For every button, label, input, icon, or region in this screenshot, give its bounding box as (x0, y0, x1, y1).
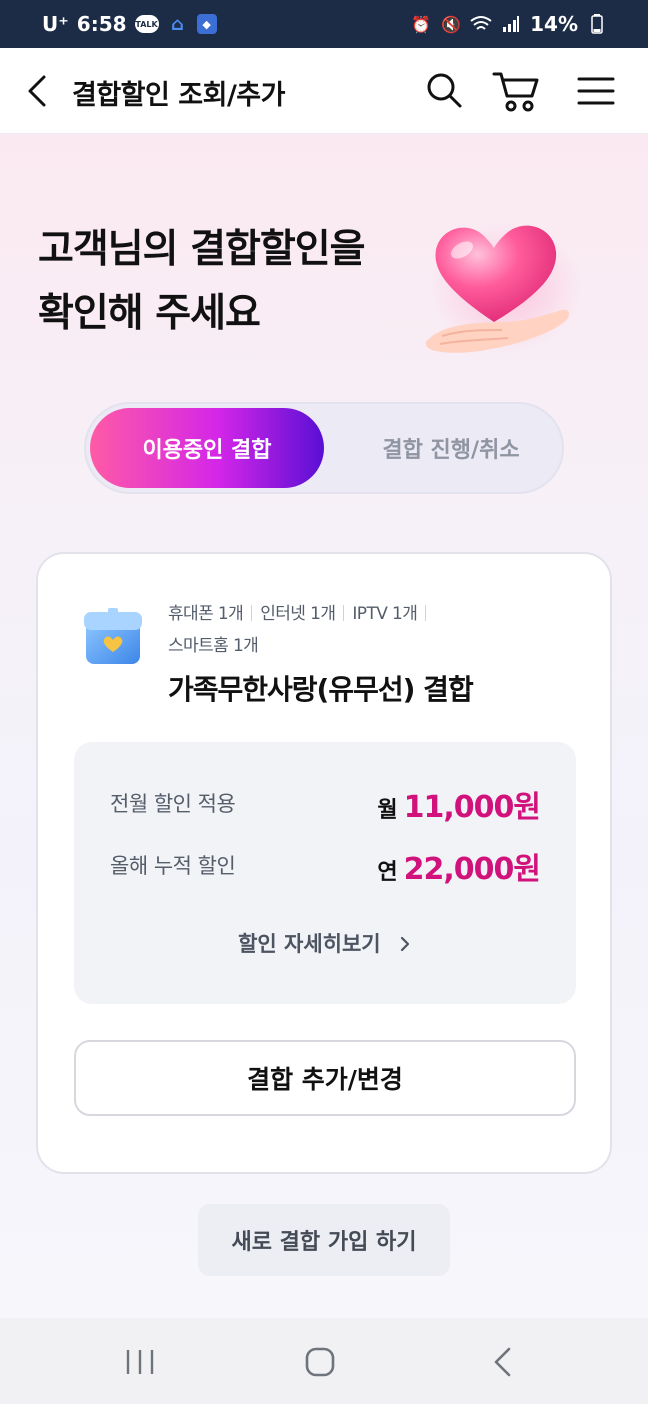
discount-label: 올해 누적 할인 (110, 854, 236, 878)
nav-back-icon[interactable] (490, 1346, 516, 1378)
discount-summary: 전월 할인 적용 월 11,000원 올해 누적 할인 연 22,000원 할인… (74, 742, 576, 1004)
page-title: 결합할인 조회/추가 (72, 80, 285, 111)
search-icon[interactable] (424, 70, 464, 110)
main-content: 고객님의 결합할인을 확인해 주세요 이용중인 결합 결합 진행/취소 휴대폰 … (0, 134, 648, 1318)
bundle-box-icon (82, 606, 144, 668)
discount-label: 전월 할인 적용 (110, 792, 236, 816)
discount-unit: 월 (377, 798, 398, 823)
status-time: 6:58 (76, 12, 127, 36)
service-divider (343, 605, 345, 621)
service-item: 스마트홈 1개 (168, 636, 259, 656)
heart-hand-icon (422, 218, 582, 368)
battery-icon (586, 13, 608, 35)
service-item: IPTV 1개 (352, 604, 418, 624)
discount-row-yearly: 올해 누적 할인 연 22,000원 (110, 844, 541, 887)
mute-icon: 🔇 (441, 14, 462, 34)
discount-amount: 22,000원 (403, 852, 541, 887)
bundle-change-button[interactable]: 결합 추가/변경 (74, 1040, 576, 1116)
new-bundle-button[interactable]: 새로 결합 가입 하기 (198, 1204, 450, 1276)
hero-title-line2: 확인해 주세요 (38, 291, 261, 336)
recent-apps-icon[interactable] (124, 1348, 156, 1376)
bundle-name: 가족무한사랑(유무선) 결합 (168, 673, 474, 706)
chevron-right-icon (398, 933, 412, 952)
discount-value: 월 11,000원 (377, 782, 541, 826)
discount-detail-link[interactable]: 할인 자세히보기 (74, 928, 576, 958)
status-left: U⁺ 6:58 TALK ⌂ ◆ (42, 12, 217, 36)
tab-active-bundles[interactable]: 이용중인 결합 (90, 408, 324, 488)
service-item: 휴대폰 1개 (168, 604, 244, 624)
battery-percent: 14% (530, 12, 578, 36)
menu-icon[interactable] (576, 74, 616, 108)
hero-title-line1: 고객님의 결합할인을 (38, 227, 366, 272)
app-icon: ◆ (196, 14, 217, 34)
status-bar: U⁺ 6:58 TALK ⌂ ◆ ⏰ 🔇 14% (0, 0, 648, 48)
cart-icon[interactable] (492, 68, 542, 114)
wifi-icon (470, 13, 492, 35)
discount-amount: 11,000원 (403, 790, 541, 825)
discount-detail-label: 할인 자세히보기 (238, 932, 381, 956)
service-divider (425, 605, 427, 621)
home-icon: ⌂ (171, 13, 184, 35)
carrier-label: U⁺ (42, 12, 69, 36)
alarm-icon: ⏰ (411, 14, 432, 34)
system-nav-bar (0, 1318, 648, 1404)
tab-bundle-progress[interactable]: 결합 진행/취소 (342, 408, 560, 488)
back-icon[interactable] (24, 74, 54, 108)
signal-icon (500, 13, 522, 35)
bundle-card: 휴대폰 1개 인터넷 1개 IPTV 1개 스마트홈 1개 가족무한사랑(유무선) … (36, 552, 612, 1174)
tab-bar: 이용중인 결합 결합 진행/취소 (84, 402, 564, 494)
service-divider (251, 605, 253, 621)
kakaotalk-icon: TALK (134, 15, 159, 33)
discount-unit: 연 (377, 860, 398, 885)
hero-title: 고객님의 결합할인을 확인해 주세요 (38, 218, 418, 346)
service-item: 인터넷 1개 (260, 604, 336, 624)
status-right: ⏰ 🔇 14% (410, 12, 608, 36)
discount-row-monthly: 전월 할인 적용 월 11,000원 (110, 782, 541, 825)
service-list: 휴대폰 1개 인터넷 1개 IPTV 1개 스마트홈 1개 (168, 598, 488, 662)
home-button-icon[interactable] (304, 1346, 336, 1378)
discount-value: 연 22,000원 (377, 844, 541, 888)
app-header: 결합할인 조회/추가 (0, 48, 648, 134)
